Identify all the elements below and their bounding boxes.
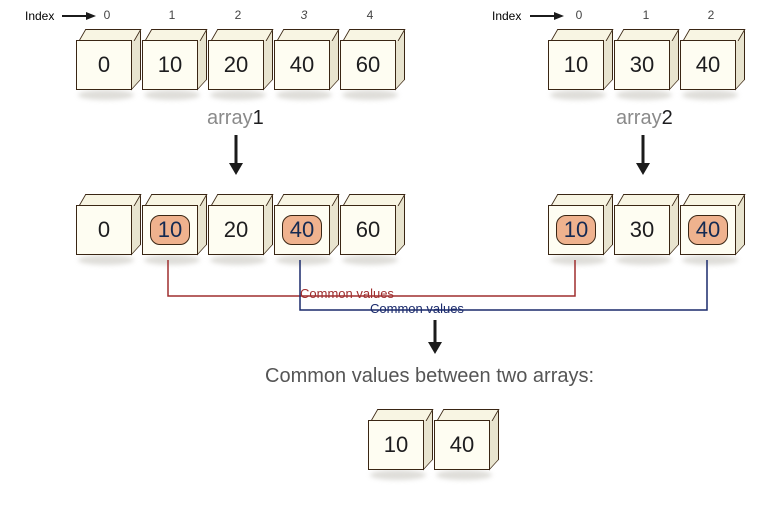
array1-cell-2: 20 [208, 30, 270, 92]
result-row: 10 40 [368, 410, 500, 472]
array2-name-prefix: array [616, 107, 662, 129]
result-caption: Common values between two arrays: [265, 365, 594, 388]
connector-label-red: Common values [300, 286, 394, 301]
idx-a2-0: 0 [569, 8, 589, 22]
array1b-cell-0: 0 [76, 195, 138, 257]
idx-a1-3: 3 [294, 8, 314, 22]
array2-name-num: 2 [662, 107, 673, 129]
array2b-cell-1: 30 [614, 195, 676, 257]
array1b-val-3: 40 [282, 215, 322, 245]
idx-a2-2: 2 [701, 8, 721, 22]
array1-name-prefix: array [207, 107, 253, 129]
array1-cell-0: 0 [76, 30, 138, 92]
array2-val-1: 30 [630, 52, 654, 78]
array1b-cell-3: 40 [274, 195, 336, 257]
result-cell-1: 40 [434, 410, 496, 472]
array1b-cell-1: 10 [142, 195, 204, 257]
array1-name: array1 [207, 107, 264, 130]
array2-name: array2 [616, 107, 673, 130]
array2-cell-2: 40 [680, 30, 742, 92]
array2b-val-0: 10 [556, 215, 596, 245]
array2-cell-1: 30 [614, 30, 676, 92]
idx-a1-2: 2 [228, 8, 248, 22]
result-val-1: 40 [450, 432, 474, 458]
array2-row: 10 30 40 [548, 30, 746, 92]
down-arrow-result [425, 320, 445, 356]
index-arrow-1 [62, 12, 96, 22]
array1b-val-4: 60 [356, 217, 380, 243]
array2b-cell-0: 10 [548, 195, 610, 257]
down-arrow-a2 [633, 135, 653, 177]
array2b-val-1: 30 [630, 217, 654, 243]
array2b-cell-2: 40 [680, 195, 742, 257]
array1-name-num: 1 [253, 107, 264, 129]
array1-cell-4: 60 [340, 30, 402, 92]
connector-label-blue: Common values [370, 301, 464, 316]
idx-a1-1: 1 [162, 8, 182, 22]
result-cell-0: 10 [368, 410, 430, 472]
array1-cell-3: 40 [274, 30, 336, 92]
array2-val-2: 40 [696, 52, 720, 78]
array2-row-2: 10 30 40 [548, 195, 746, 257]
result-val-0: 10 [384, 432, 408, 458]
array1b-cell-4: 60 [340, 195, 402, 257]
array1b-val-2: 20 [224, 217, 248, 243]
array1-val-3: 40 [290, 52, 314, 78]
index-label-1: Index [25, 9, 54, 23]
array1-row-2: 0 10 20 40 60 [76, 195, 406, 257]
array1-row: 0 10 20 40 60 [76, 30, 406, 92]
idx-a1-4: 4 [360, 8, 380, 22]
array1-cell-1: 10 [142, 30, 204, 92]
array1-val-1: 10 [158, 52, 182, 78]
array2b-val-2: 40 [688, 215, 728, 245]
index-label-2: Index [492, 9, 521, 23]
array1b-val-1: 10 [150, 215, 190, 245]
down-arrow-a1 [226, 135, 246, 177]
array2-val-0: 10 [564, 52, 588, 78]
array2-cell-0: 10 [548, 30, 610, 92]
idx-a2-1: 1 [636, 8, 656, 22]
array1b-cell-2: 20 [208, 195, 270, 257]
array1b-val-0: 0 [98, 217, 110, 243]
array1-val-2: 20 [224, 52, 248, 78]
index-arrow-2 [530, 12, 564, 22]
array1-val-0: 0 [98, 52, 110, 78]
idx-a1-0: 0 [97, 8, 117, 22]
array1-val-4: 60 [356, 52, 380, 78]
